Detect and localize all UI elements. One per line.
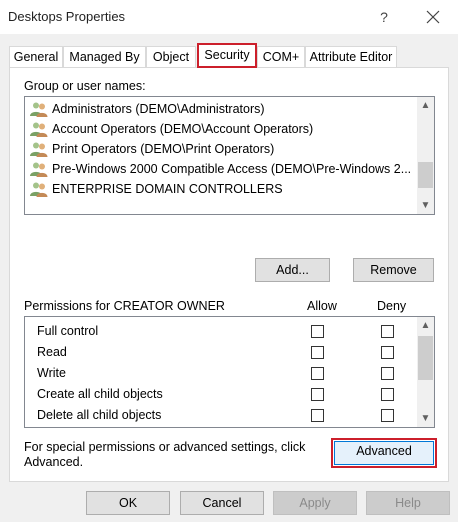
list-item[interactable]: Account Operators (DEMO\Account Operator… xyxy=(29,119,313,139)
deny-header: Deny xyxy=(377,299,407,313)
list-item[interactable]: Administrators (DEMO\Administrators) xyxy=(29,99,265,119)
group-name: Print Operators (DEMO\Print Operators) xyxy=(52,142,275,156)
special-permissions-text-cont: Advanced. xyxy=(24,455,84,469)
remove-button[interactable]: Remove xyxy=(353,258,434,282)
cancel-button[interactable]: Cancel xyxy=(180,491,264,515)
window-title: Desktops Properties xyxy=(8,9,126,24)
deny-write-checkbox[interactable] xyxy=(381,367,394,380)
user-group-icon xyxy=(30,182,48,197)
user-group-icon xyxy=(30,162,48,177)
deny-read-checkbox[interactable] xyxy=(381,346,394,359)
add-button[interactable]: Add... xyxy=(255,258,330,282)
allow-header: Allow xyxy=(307,299,337,313)
group-name: ENTERPRISE DOMAIN CONTROLLERS xyxy=(52,182,283,196)
scroll-down-icon[interactable]: ▼ xyxy=(417,197,434,214)
user-group-icon xyxy=(30,102,48,117)
allow-write-checkbox[interactable] xyxy=(311,367,324,380)
ok-button[interactable]: OK xyxy=(86,491,170,515)
dialog-body: General Managed By Object Security COM+ … xyxy=(0,34,458,522)
permission-full-control: Full control xyxy=(37,324,99,338)
groups-label: Group or user names: xyxy=(24,79,146,93)
list-item[interactable]: Print Operators (DEMO\Print Operators) xyxy=(29,139,274,159)
group-list-scrollbar[interactable]: ▲ ▼ xyxy=(417,97,434,214)
group-name: Account Operators (DEMO\Account Operator… xyxy=(52,122,314,136)
scroll-thumb[interactable] xyxy=(418,336,433,380)
allow-full-control-checkbox[interactable] xyxy=(311,325,324,338)
permission-read: Read xyxy=(37,345,67,359)
title-bar: Desktops Properties ? xyxy=(0,0,458,34)
allow-create-child-checkbox[interactable] xyxy=(311,388,324,401)
deny-full-control-checkbox[interactable] xyxy=(381,325,394,338)
tab-com-plus[interactable]: COM+ xyxy=(257,46,305,67)
permission-create-child: Create all child objects xyxy=(37,387,163,401)
help-title-button[interactable]: ? xyxy=(372,6,396,28)
close-icon xyxy=(426,10,440,24)
permissions-label: Permissions for CREATOR OWNER xyxy=(24,299,225,313)
user-group-icon xyxy=(30,122,48,137)
permission-delete-child: Delete all child objects xyxy=(37,408,162,422)
deny-create-child-checkbox[interactable] xyxy=(381,388,394,401)
group-name: Administrators (DEMO\Administrators) xyxy=(52,102,265,116)
permissions-scrollbar[interactable]: ▲ ▼ xyxy=(417,317,434,427)
apply-button[interactable]: Apply xyxy=(273,491,357,515)
permissions-list: Full control Read Write Create all child… xyxy=(24,316,435,428)
group-name: Pre-Windows 2000 Compatible Access (DEMO… xyxy=(52,162,412,176)
user-group-icon xyxy=(30,142,48,157)
list-item[interactable]: ENTERPRISE DOMAIN CONTROLLERS xyxy=(29,179,283,199)
advanced-button-label: Advanced xyxy=(334,441,434,465)
deny-delete-child-checkbox[interactable] xyxy=(381,409,394,422)
special-permissions-text: For special permissions or advanced sett… xyxy=(24,440,306,454)
advanced-button[interactable]: Advanced xyxy=(331,438,437,468)
group-user-list[interactable]: Administrators (DEMO\Administrators) Acc… xyxy=(24,96,435,215)
security-panel: Group or user names: Administrators (DEM… xyxy=(9,67,449,482)
permission-write: Write xyxy=(37,366,66,380)
list-item[interactable]: Pre-Windows 2000 Compatible Access (DEMO… xyxy=(29,159,411,179)
close-button[interactable] xyxy=(420,6,446,28)
allow-delete-child-checkbox[interactable] xyxy=(311,409,324,422)
allow-read-checkbox[interactable] xyxy=(311,346,324,359)
scroll-thumb[interactable] xyxy=(418,162,433,188)
tab-security[interactable]: Security xyxy=(197,43,257,68)
scroll-up-icon[interactable]: ▲ xyxy=(417,97,434,114)
scroll-down-icon[interactable]: ▼ xyxy=(417,410,434,427)
tab-general[interactable]: General xyxy=(9,46,63,67)
tab-attribute-editor[interactable]: Attribute Editor xyxy=(305,46,397,67)
help-button[interactable]: Help xyxy=(366,491,450,515)
tab-object[interactable]: Object xyxy=(146,46,196,67)
scroll-up-icon[interactable]: ▲ xyxy=(417,317,434,334)
tab-managed-by[interactable]: Managed By xyxy=(63,46,146,67)
